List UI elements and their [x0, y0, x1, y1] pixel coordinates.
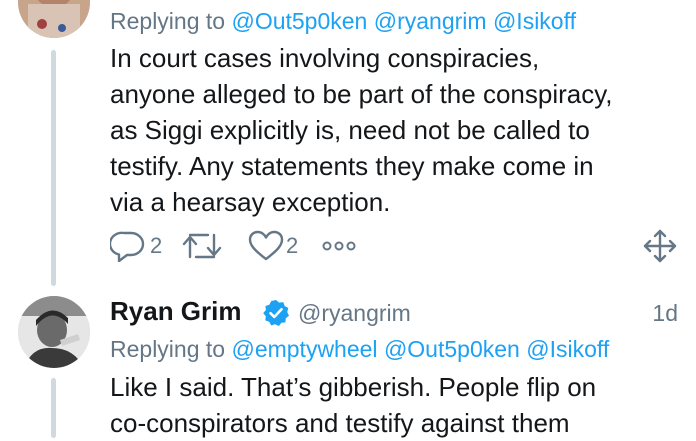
like-count: 2 [286, 233, 299, 258]
mention-link[interactable]: @Out5p0ken [384, 336, 520, 362]
like-button[interactable]: 2 [248, 228, 298, 264]
tweet-text-line: Like I said. That’s gibberish. People fl… [110, 372, 597, 402]
tweet-text-line: via a hearsay exception. [110, 187, 391, 217]
mention-link[interactable]: @emptywheel [231, 336, 377, 362]
thread-line-2 [51, 378, 56, 438]
tweet-text-line: testify. Any statements they make come i… [110, 151, 594, 181]
avatar-tweet1[interactable] [18, 0, 90, 38]
mention-link[interactable]: @Isikoff [493, 8, 576, 34]
more-icon [322, 239, 356, 253]
timestamp[interactable]: 1d [652, 300, 678, 327]
author-name[interactable]: Ryan Grim [110, 296, 242, 327]
heart-icon [248, 230, 284, 262]
tweet-text-line: In court cases involving conspiracies, [110, 43, 540, 73]
replying-to-label: Replying to [110, 336, 226, 362]
tweet-text-line: anyone alleged to be part of the conspir… [110, 79, 613, 109]
tweet-text-line: co-conspirators and testify against them [110, 408, 570, 438]
tweet-header-2: Ryan Grim @ryangrim 1d [110, 296, 680, 332]
tweet-actions-1: 2 2 [110, 228, 680, 264]
mention-link[interactable]: @ryangrim [374, 8, 487, 34]
mention-link[interactable]: @Isikoff [526, 336, 609, 362]
tweet-body-2: Like I said. That’s gibberish. People fl… [110, 369, 690, 441]
author-handle[interactable]: @ryangrim [298, 300, 411, 327]
retweet-button[interactable] [182, 228, 222, 264]
tweet-body-1: In court cases involving conspiracies, a… [110, 40, 690, 220]
replying-to-label: Replying to [110, 8, 226, 34]
reply-count: 2 [150, 233, 163, 258]
tweet-text-line: as Siggi explicitly is, need not be call… [110, 115, 590, 145]
move-icon [643, 229, 677, 263]
thread-line-1 [51, 50, 56, 286]
move-button[interactable] [643, 228, 677, 264]
replying-to-line-2: Replying to @emptywheel @Out5p0ken @Isik… [110, 336, 609, 363]
replying-to-line-1: Replying to @Out5p0ken @ryangrim @Isikof… [110, 8, 576, 35]
reply-icon [110, 230, 146, 262]
retweet-icon [182, 230, 222, 262]
mention-link[interactable]: @Out5p0ken [231, 8, 367, 34]
verified-badge-icon [262, 299, 290, 332]
avatar-ryan-grim[interactable] [18, 296, 90, 368]
more-button[interactable] [322, 228, 356, 264]
reply-button[interactable]: 2 [110, 228, 162, 264]
